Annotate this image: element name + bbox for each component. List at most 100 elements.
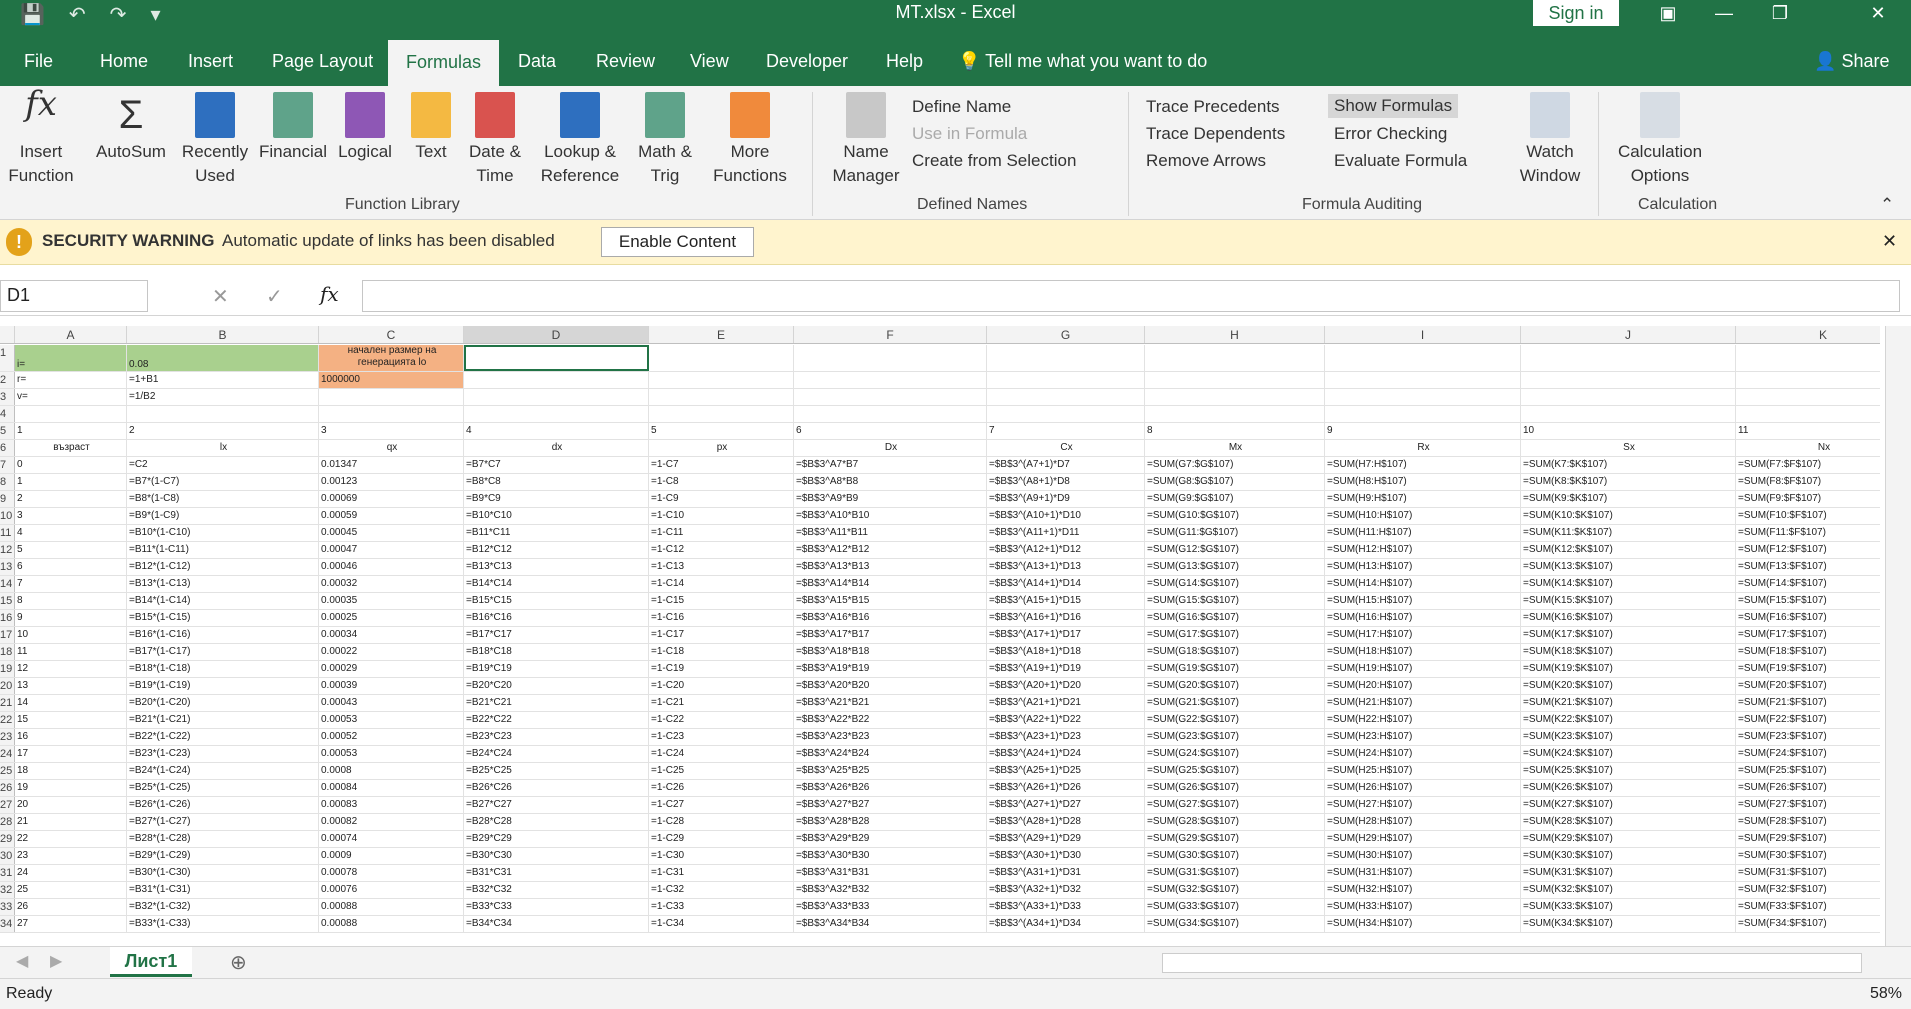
cell[interactable]: =$B$3^A26*B26 — [794, 780, 987, 796]
cell[interactable] — [1145, 389, 1325, 405]
cell[interactable]: 0.00025 — [319, 610, 464, 626]
define-name-button[interactable]: Define Name — [912, 96, 1011, 118]
cell[interactable]: 16 — [15, 729, 127, 745]
cell[interactable]: =1-C25 — [649, 763, 794, 779]
cell[interactable]: =SUM(F7:$F$107) — [1736, 457, 1880, 473]
tab-formulas[interactable]: Formulas — [388, 40, 500, 86]
cell[interactable]: =B30*C30 — [464, 848, 649, 864]
row-header[interactable]: 1 — [0, 345, 15, 371]
cell[interactable]: 0.00059 — [319, 508, 464, 524]
cell[interactable]: 0.00123 — [319, 474, 464, 490]
cell[interactable]: =$B$3^(A31+1)*D31 — [987, 865, 1145, 881]
cell[interactable]: =SUM(K31:$K$107) — [1521, 865, 1736, 881]
cell[interactable]: =$B$3^(A9+1)*D9 — [987, 491, 1145, 507]
cell[interactable]: =1-C19 — [649, 661, 794, 677]
cell[interactable]: =$B$3^(A19+1)*D19 — [987, 661, 1145, 677]
cell[interactable]: =SUM(K11:$K$107) — [1521, 525, 1736, 541]
cell[interactable]: 0.00074 — [319, 831, 464, 847]
cell[interactable]: =1-C11 — [649, 525, 794, 541]
cell[interactable]: =B22*(1-C22) — [127, 729, 319, 745]
row-header[interactable]: 17 — [0, 627, 15, 643]
enable-content-button[interactable]: Enable Content — [601, 227, 754, 257]
cell[interactable]: =SUM(K33:$K$107) — [1521, 899, 1736, 915]
cell[interactable]: 0.00052 — [319, 729, 464, 745]
cell[interactable] — [649, 372, 794, 388]
cell[interactable]: =SUM(K17:$K$107) — [1521, 627, 1736, 643]
cell[interactable]: =1-C22 — [649, 712, 794, 728]
cell[interactable]: 0.00022 — [319, 644, 464, 660]
cell[interactable]: =B23*C23 — [464, 729, 649, 745]
cell[interactable]: =B25*C25 — [464, 763, 649, 779]
cell[interactable]: =$B$3^(A32+1)*D32 — [987, 882, 1145, 898]
cell[interactable]: =B27*(1-C27) — [127, 814, 319, 830]
cell[interactable]: =$B$3^(A17+1)*D17 — [987, 627, 1145, 643]
cell[interactable]: 0.00046 — [319, 559, 464, 575]
cell[interactable]: =B32*C32 — [464, 882, 649, 898]
cell[interactable]: =SUM(G8:$G$107) — [1145, 474, 1325, 490]
recently-used-button[interactable]: Recently Used — [178, 92, 252, 188]
cell[interactable]: =$B$3^(A27+1)*D27 — [987, 797, 1145, 813]
cell[interactable]: =SUM(F34:$F$107) — [1736, 916, 1880, 932]
cell[interactable]: =SUM(F18:$F$107) — [1736, 644, 1880, 660]
cell[interactable]: =B21*C21 — [464, 695, 649, 711]
cell[interactable]: 5 — [649, 423, 794, 439]
cell[interactable]: =B16*(1-C16) — [127, 627, 319, 643]
row-header[interactable]: 5 — [0, 423, 15, 439]
cell[interactable]: =$B$3^(A29+1)*D29 — [987, 831, 1145, 847]
cell[interactable]: =B29*(1-C29) — [127, 848, 319, 864]
cell[interactable]: =SUM(H17:H$107) — [1325, 627, 1521, 643]
cell[interactable]: начален размер на генерацията lo — [319, 345, 464, 371]
cell[interactable]: =SUM(K18:$K$107) — [1521, 644, 1736, 660]
cell[interactable]: =B24*(1-C24) — [127, 763, 319, 779]
cell[interactable] — [1736, 372, 1880, 388]
cell[interactable]: =B28*C28 — [464, 814, 649, 830]
cell[interactable]: 27 — [15, 916, 127, 932]
cell[interactable]: =SUM(H15:H$107) — [1325, 593, 1521, 609]
cell[interactable]: =SUM(H21:H$107) — [1325, 695, 1521, 711]
cell[interactable]: =SUM(G14:$G$107) — [1145, 576, 1325, 592]
cell[interactable]: Cx — [987, 440, 1145, 456]
cell[interactable] — [1521, 372, 1736, 388]
cell[interactable]: =$B$3^(A11+1)*D11 — [987, 525, 1145, 541]
column-header[interactable]: F — [794, 326, 987, 343]
cell[interactable]: =$B$3^(A24+1)*D24 — [987, 746, 1145, 762]
cell[interactable]: =SUM(K8:$K$107) — [1521, 474, 1736, 490]
cell[interactable]: =SUM(G19:$G$107) — [1145, 661, 1325, 677]
cell[interactable]: =$B$3^A9*B9 — [794, 491, 987, 507]
cell[interactable]: =$B$3^A24*B24 — [794, 746, 987, 762]
cell[interactable]: =$B$3^A34*B34 — [794, 916, 987, 932]
cell[interactable]: 22 — [15, 831, 127, 847]
cell[interactable]: 14 — [15, 695, 127, 711]
cell[interactable]: =$B$3^A30*B30 — [794, 848, 987, 864]
cell[interactable]: =SUM(H23:H$107) — [1325, 729, 1521, 745]
cell[interactable]: =B15*C15 — [464, 593, 649, 609]
cell[interactable]: =SUM(F16:$F$107) — [1736, 610, 1880, 626]
name-box[interactable]: D1 — [0, 280, 148, 312]
column-header[interactable]: D — [464, 326, 649, 343]
cell[interactable]: =SUM(G33:$G$107) — [1145, 899, 1325, 915]
cell[interactable]: =C2 — [127, 457, 319, 473]
cell[interactable] — [1736, 389, 1880, 405]
cell[interactable]: =$B$3^A14*B14 — [794, 576, 987, 592]
cell[interactable]: =1-C33 — [649, 899, 794, 915]
cell[interactable] — [127, 406, 319, 422]
tab-help[interactable]: Help — [884, 46, 925, 86]
cell[interactable]: =$B$3^(A18+1)*D18 — [987, 644, 1145, 660]
cell[interactable]: =B12*C12 — [464, 542, 649, 558]
cell[interactable]: =SUM(G21:$G$107) — [1145, 695, 1325, 711]
row-header[interactable]: 26 — [0, 780, 15, 796]
cell[interactable]: =SUM(F32:$F$107) — [1736, 882, 1880, 898]
cell[interactable]: =$B$3^A23*B23 — [794, 729, 987, 745]
text-button[interactable]: Text — [406, 92, 456, 164]
cell[interactable]: =SUM(K16:$K$107) — [1521, 610, 1736, 626]
cell[interactable]: =1-C31 — [649, 865, 794, 881]
cell[interactable]: lx — [127, 440, 319, 456]
cell[interactable]: =SUM(G27:$G$107) — [1145, 797, 1325, 813]
cell[interactable]: =SUM(G20:$G$107) — [1145, 678, 1325, 694]
cell[interactable]: =$B$3^A20*B20 — [794, 678, 987, 694]
add-sheet-icon[interactable]: ⊕ — [230, 950, 247, 975]
cell[interactable]: =SUM(H14:H$107) — [1325, 576, 1521, 592]
cell[interactable]: =$B$3^A17*B17 — [794, 627, 987, 643]
row-header[interactable]: 28 — [0, 814, 15, 830]
row-header[interactable]: 21 — [0, 695, 15, 711]
